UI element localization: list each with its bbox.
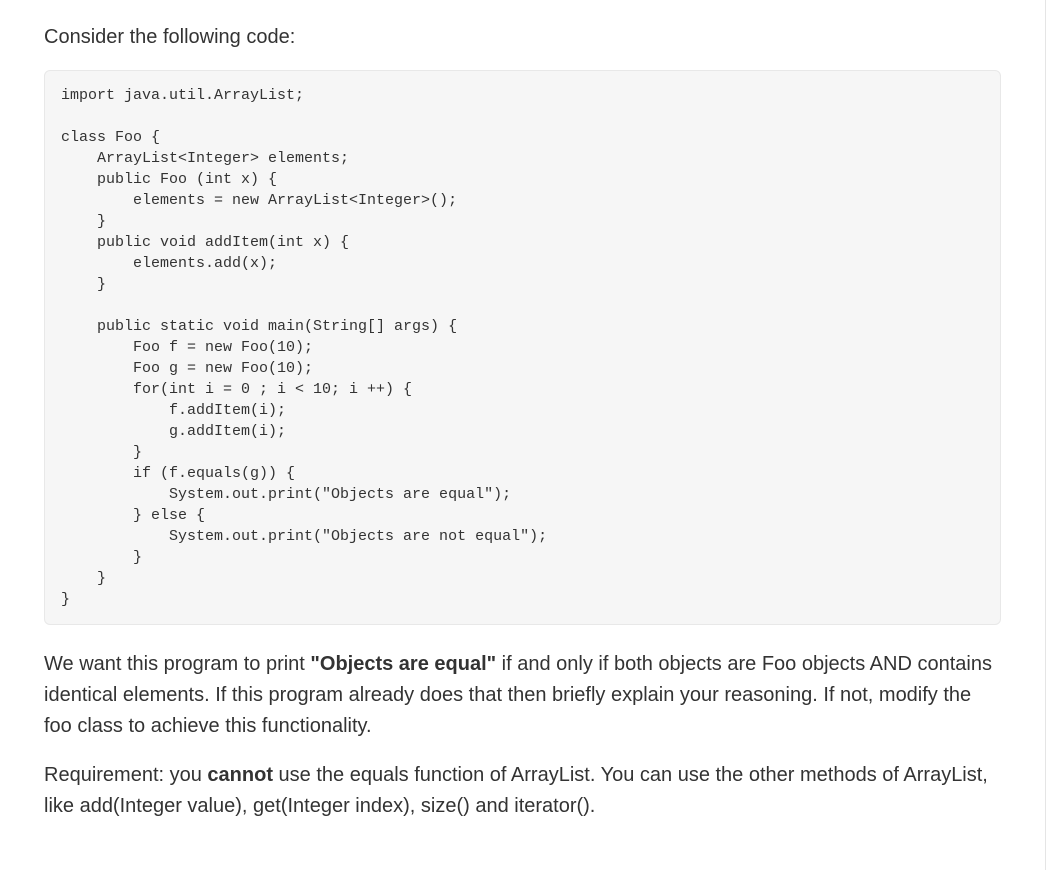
question-paragraph-2: Requirement: you cannot use the equals f… <box>44 760 1001 822</box>
code-block: import java.util.ArrayList; class Foo { … <box>44 70 1001 625</box>
question-container: Consider the following code: import java… <box>0 0 1046 870</box>
bold-text: "Objects are equal" <box>310 653 496 675</box>
text-span: Requirement: you <box>44 764 207 786</box>
question-paragraph-1: We want this program to print "Objects a… <box>44 649 1001 742</box>
code-content: import java.util.ArrayList; class Foo { … <box>61 85 984 610</box>
text-span: We want this program to print <box>44 653 310 675</box>
intro-text: Consider the following code: <box>44 22 1001 52</box>
bold-text: cannot <box>207 764 273 786</box>
